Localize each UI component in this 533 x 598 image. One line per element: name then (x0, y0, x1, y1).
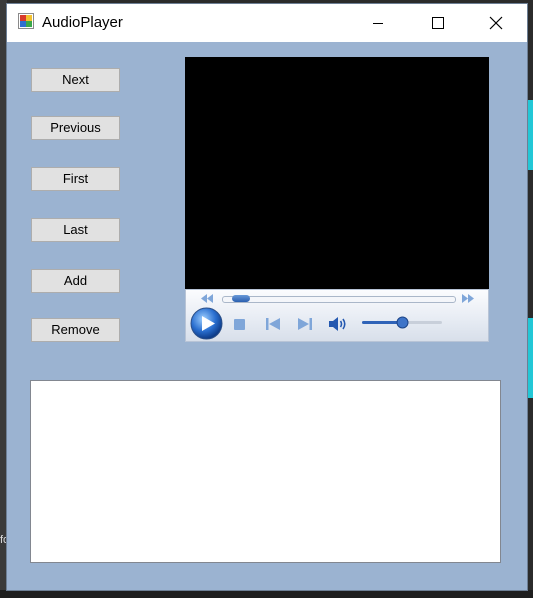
video-display[interactable] (185, 57, 489, 289)
window-title: AudioPlayer (42, 14, 123, 31)
add-button[interactable]: Add (31, 269, 120, 293)
last-button[interactable]: Last (31, 218, 120, 242)
previous-track-icon[interactable] (266, 318, 280, 330)
background-window-edge (527, 100, 533, 170)
volume-slider-thumb[interactable] (396, 316, 409, 329)
title-bar[interactable]: AudioPlayer (7, 4, 527, 42)
maximize-icon (432, 17, 444, 29)
background-window-edge (527, 318, 533, 398)
next-button[interactable]: Next (31, 68, 120, 92)
background-desktop-left (0, 0, 7, 598)
first-button[interactable]: First (31, 167, 120, 191)
stop-icon[interactable] (234, 319, 245, 330)
next-track-icon[interactable] (298, 318, 312, 330)
minimize-icon (373, 23, 383, 24)
close-icon (489, 16, 503, 30)
maximize-button[interactable] (415, 4, 461, 42)
background-taskbar (0, 590, 533, 598)
media-player-controls (185, 289, 489, 342)
minimize-button[interactable] (355, 4, 401, 42)
seek-bar-thumb[interactable] (231, 295, 250, 302)
close-button[interactable] (473, 4, 519, 42)
app-icon (18, 13, 34, 29)
volume-icon[interactable] (329, 316, 349, 332)
rewind-icon[interactable] (201, 294, 214, 303)
previous-button[interactable]: Previous (31, 116, 120, 140)
audioplayer-window: AudioPlayer Next Previous First Last Add… (7, 4, 527, 590)
playlist-listbox[interactable] (30, 380, 501, 563)
seek-bar[interactable] (222, 296, 456, 303)
remove-button[interactable]: Remove (31, 318, 120, 342)
play-icon[interactable] (190, 307, 223, 340)
fast-forward-icon[interactable] (462, 294, 475, 303)
